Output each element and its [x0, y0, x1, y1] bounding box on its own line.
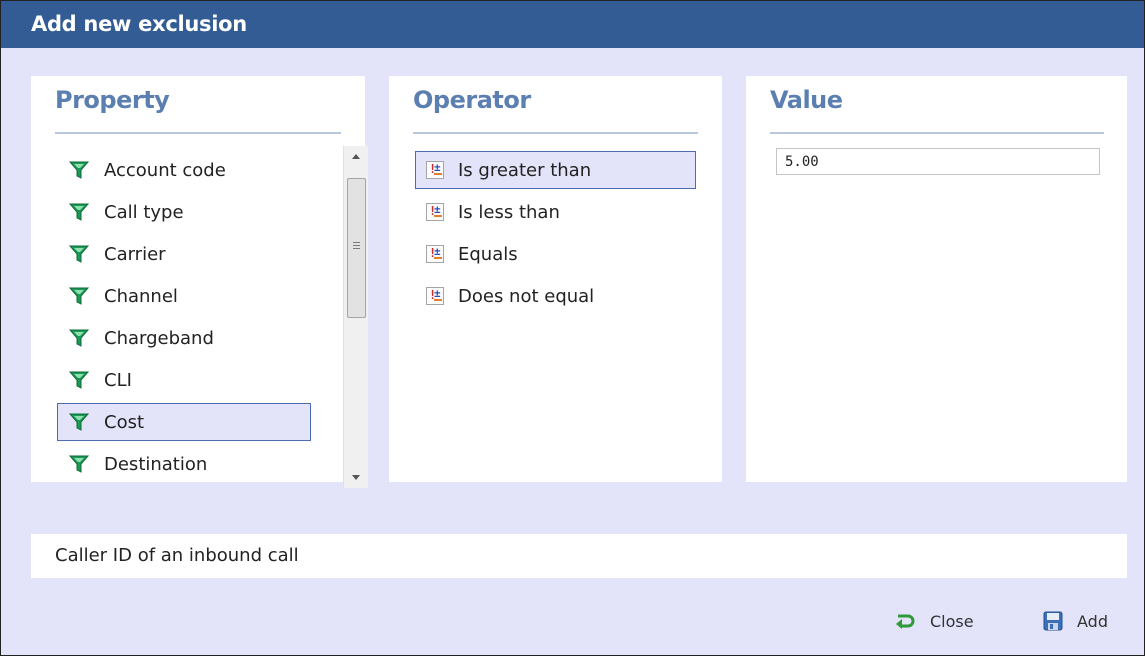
property-item-label: Channel — [104, 285, 178, 307]
operator-item[interactable]: ! ± Equals — [415, 235, 696, 273]
add-label: Add — [1077, 611, 1108, 631]
funnel-icon — [68, 287, 90, 305]
operator-divider — [413, 132, 698, 134]
property-description: Caller ID of an inbound call — [31, 534, 1127, 578]
property-item-label: CLI — [104, 369, 132, 391]
property-panel: Property Account code Call type Carrier Cha… — [31, 76, 368, 488]
scroll-up-arrow-icon[interactable] — [352, 154, 360, 159]
operator-item-label: Does not equal — [458, 285, 595, 307]
property-item-label: Chargeband — [104, 327, 214, 349]
grip-line — [353, 242, 360, 243]
property-item-label: Call type — [104, 201, 184, 223]
operator-icon: ! ± — [426, 161, 444, 179]
operator-panel: Operator ! ± Is greater than ! ± Is less than… — [389, 76, 722, 482]
save-disk-icon — [1043, 611, 1063, 631]
property-item[interactable]: Channel — [57, 277, 311, 315]
property-divider — [55, 132, 341, 134]
close-label: Close — [930, 611, 974, 631]
property-item[interactable]: Cost — [57, 403, 311, 441]
property-item-label: Carrier — [104, 243, 166, 265]
value-panel: Value — [746, 76, 1127, 482]
operator-item-label: Equals — [458, 243, 518, 265]
value-heading: Value — [770, 86, 843, 114]
property-item[interactable]: Call type — [57, 193, 311, 231]
property-item[interactable]: CLI — [57, 361, 311, 399]
property-item-label: Destination — [104, 453, 208, 475]
operator-icon: ! ± — [426, 203, 444, 221]
operator-icon: ! ± — [426, 287, 444, 305]
property-item[interactable]: Carrier — [57, 235, 311, 273]
scroll-down-arrow-icon[interactable] — [352, 475, 360, 480]
operator-item-label: Is greater than — [458, 159, 592, 181]
scrollbar-thumb[interactable] — [347, 178, 366, 318]
property-heading: Property — [55, 86, 170, 114]
property-item-label: Account code — [104, 159, 226, 181]
dialog-title: Add new exclusion — [1, 1, 1144, 48]
operator-item[interactable]: ! ± Is greater than — [415, 151, 696, 189]
operator-item-label: Is less than — [458, 201, 560, 223]
property-scrollbar[interactable] — [343, 146, 368, 488]
add-button[interactable]: Add — [1043, 603, 1108, 639]
add-exclusion-dialog: Add new exclusion Property Account code C… — [0, 0, 1145, 656]
operator-item[interactable]: ! ± Does not equal — [415, 277, 696, 315]
value-divider — [770, 132, 1104, 134]
value-input[interactable] — [776, 148, 1100, 175]
property-item[interactable]: Chargeband — [57, 319, 311, 357]
funnel-icon — [68, 455, 90, 473]
funnel-icon — [68, 371, 90, 389]
funnel-icon — [68, 329, 90, 347]
property-item-label: Cost — [104, 411, 145, 433]
funnel-icon — [68, 245, 90, 263]
grip-line — [353, 245, 360, 246]
grip-line — [353, 248, 360, 249]
funnel-icon — [68, 161, 90, 179]
operator-item[interactable]: ! ± Is less than — [415, 193, 696, 231]
property-item[interactable]: Destination — [57, 445, 311, 483]
operator-heading: Operator — [413, 86, 531, 114]
funnel-icon — [68, 413, 90, 431]
property-item[interactable]: Account code — [57, 151, 311, 189]
operator-icon: ! ± — [426, 245, 444, 263]
funnel-icon — [68, 203, 90, 221]
close-button[interactable]: Close — [894, 603, 974, 639]
close-arrow-icon — [896, 614, 915, 629]
